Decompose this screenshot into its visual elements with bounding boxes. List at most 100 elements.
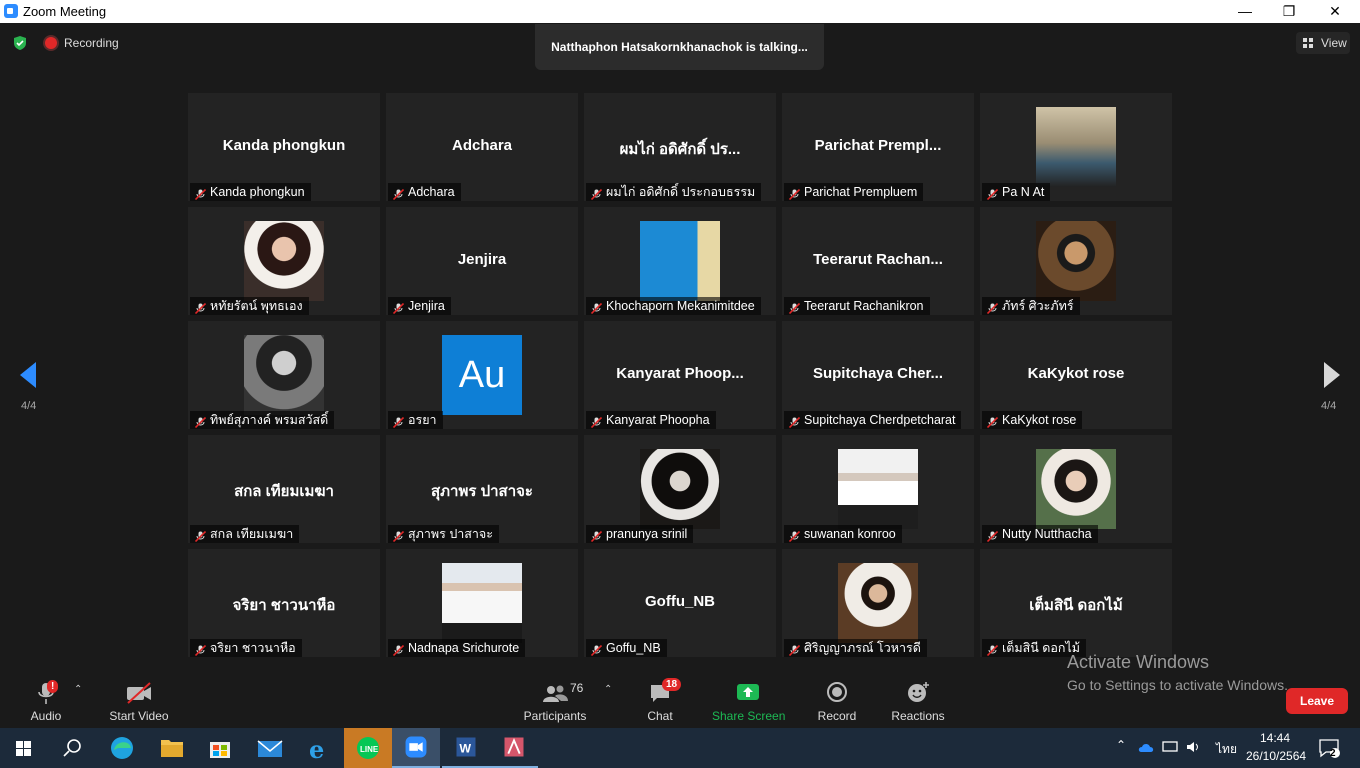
access-app-icon[interactable] bbox=[490, 728, 538, 768]
reactions-button[interactable]: Reactions bbox=[890, 680, 946, 723]
share-screen-icon bbox=[737, 684, 759, 700]
participant-name-text: สกล เทียมเมฆา bbox=[210, 527, 294, 541]
muted-microphone-icon bbox=[392, 643, 405, 657]
line-app-icon[interactable]: LINE bbox=[344, 728, 392, 768]
previous-page-arrow-icon[interactable] bbox=[18, 360, 38, 390]
participant-tile[interactable]: Teerarut Rachan... Teerarut Rachanikron bbox=[782, 207, 974, 315]
participant-tile[interactable]: pranunya srinil bbox=[584, 435, 776, 543]
next-page-arrow-icon[interactable] bbox=[1322, 360, 1342, 390]
zoom-app-icon[interactable] bbox=[392, 728, 440, 768]
muted-microphone-icon bbox=[194, 643, 207, 657]
participant-video bbox=[1036, 449, 1116, 529]
notifications-icon[interactable] bbox=[1318, 738, 1340, 758]
maximize-button[interactable]: ❐ bbox=[1266, 0, 1312, 23]
leave-button[interactable]: Leave bbox=[1286, 688, 1348, 714]
security-shield-icon[interactable] bbox=[12, 35, 28, 51]
participant-tile[interactable]: Nutty Nutthacha bbox=[980, 435, 1172, 543]
participant-name-text: ทิพย์สุภางค์ พรมสวัสดิ์ bbox=[210, 413, 329, 427]
mail-icon[interactable] bbox=[246, 728, 294, 768]
participants-button[interactable]: 76 Participants bbox=[522, 680, 588, 723]
participant-tile[interactable]: จริยา ชาวนาหือ จริยา ชาวนาหือ bbox=[188, 549, 380, 657]
search-icon[interactable] bbox=[48, 728, 96, 768]
participant-display-name: ผมไก่ อดิศักดิ์ ปร... bbox=[619, 141, 741, 158]
start-video-button[interactable]: Start Video bbox=[104, 680, 174, 723]
participant-name-label: Goffu_NB bbox=[586, 639, 667, 657]
participant-name-label: Kanyarat Phoopha bbox=[586, 411, 716, 429]
file-explorer-icon[interactable] bbox=[148, 728, 196, 768]
participant-display-name: สุภาพร ปาสาจะ bbox=[431, 483, 533, 500]
participant-tile[interactable]: Khochaporn Mekanimitdee bbox=[584, 207, 776, 315]
participant-name-text: Teerarut Rachanikron bbox=[804, 299, 924, 313]
participants-icon bbox=[543, 685, 568, 702]
participant-tile[interactable]: Kanyarat Phoop... Kanyarat Phoopha bbox=[584, 321, 776, 429]
participant-display-name: Goffu_NB bbox=[645, 593, 715, 610]
participant-name-label: pranunya srinil bbox=[586, 525, 694, 543]
share-screen-label: Share Screen bbox=[712, 709, 786, 723]
chat-button[interactable]: 18 Chat bbox=[640, 678, 682, 723]
volume-icon[interactable] bbox=[1186, 740, 1202, 754]
participant-tile[interactable]: Parichat Prempl... Parichat Prempluem bbox=[782, 93, 974, 201]
participant-name-text: อรยา bbox=[408, 413, 437, 427]
audio-options-caret-icon[interactable]: ⌃ bbox=[74, 684, 82, 695]
participant-tile[interactable]: suwanan konroo bbox=[782, 435, 974, 543]
internet-explorer-icon[interactable]: e bbox=[294, 728, 342, 768]
participant-tile[interactable]: เต็มสินี ดอกไม้ เต็มสินี ดอกไม้ bbox=[980, 549, 1172, 657]
participant-name-label: Nadnapa Srichurote bbox=[388, 639, 526, 657]
input-language[interactable]: ไทย bbox=[1216, 740, 1237, 759]
edge-browser-icon[interactable] bbox=[98, 728, 146, 768]
grid-icon bbox=[1303, 38, 1313, 48]
muted-microphone-icon bbox=[788, 643, 801, 657]
participant-tile[interactable]: Pa N At bbox=[980, 93, 1172, 201]
window-title: Zoom Meeting bbox=[23, 4, 107, 19]
participant-tile[interactable]: Kanda phongkun Kanda phongkun bbox=[188, 93, 380, 201]
audio-button[interactable]: ! Audio bbox=[26, 680, 66, 723]
participant-name-label: Parichat Prempluem bbox=[784, 183, 924, 201]
participant-name-text: Pa N At bbox=[1002, 185, 1045, 199]
muted-microphone-icon bbox=[590, 529, 603, 543]
participant-tile[interactable]: ศิริญญาภรณ์ โวหารดี bbox=[782, 549, 974, 657]
page-indicator-right: 4/4 bbox=[1321, 400, 1337, 412]
participant-tile[interactable]: Goffu_NB Goffu_NB bbox=[584, 549, 776, 657]
participant-tile[interactable]: Au อรยา bbox=[386, 321, 578, 429]
participant-tile[interactable]: ภัทร์ ศิวะภัทร์ bbox=[980, 207, 1172, 315]
word-app-icon[interactable]: W bbox=[442, 728, 490, 768]
participant-display-name: Parichat Prempl... bbox=[814, 137, 942, 154]
record-button[interactable]: Record bbox=[814, 680, 860, 723]
participant-tile[interactable]: Supitchaya Cher... Supitchaya Cherdpetcha… bbox=[782, 321, 974, 429]
participant-tile[interactable]: Adchara Adchara bbox=[386, 93, 578, 201]
participant-video bbox=[838, 449, 918, 529]
participant-video bbox=[640, 221, 720, 301]
clock-time[interactable]: 14:44 bbox=[1260, 731, 1290, 745]
participant-display-name: Jenjira bbox=[457, 251, 507, 268]
participants-options-caret-icon[interactable]: ⌃ bbox=[604, 684, 612, 695]
participant-name-text: Parichat Prempluem bbox=[804, 185, 918, 199]
participant-display-name: เต็มสินี ดอกไม้ bbox=[1029, 597, 1123, 614]
participant-tile[interactable]: สุภาพร ปาสาจะ สุภาพร ปาสาจะ bbox=[386, 435, 578, 543]
page-indicator-left: 4/4 bbox=[21, 400, 37, 412]
participant-tile[interactable]: ทิพย์สุภางค์ พรมสวัสดิ์ bbox=[188, 321, 380, 429]
participant-tile[interactable]: KaKykot rose KaKykot rose bbox=[980, 321, 1172, 429]
share-screen-button[interactable]: Share Screen bbox=[712, 680, 786, 723]
participant-tile[interactable]: หทัยรัตน์ พุทธเอง bbox=[188, 207, 380, 315]
participant-tile[interactable]: สกล เทียมเมฆา สกล เทียมเมฆา bbox=[188, 435, 380, 543]
muted-microphone-icon bbox=[392, 187, 405, 201]
windows-start-icon[interactable] bbox=[0, 728, 48, 768]
participant-name-text: สุภาพร ปาสาจะ bbox=[408, 527, 493, 541]
participant-tile[interactable]: Jenjira Jenjira bbox=[386, 207, 578, 315]
clock-date[interactable]: 26/10/2564 bbox=[1246, 749, 1306, 763]
reactions-label: Reactions bbox=[891, 709, 945, 723]
tray-overflow-icon[interactable]: ⌃ bbox=[1116, 738, 1126, 752]
participant-name-text: KaKykot rose bbox=[1002, 413, 1077, 427]
participant-tile[interactable]: Nadnapa Srichurote bbox=[386, 549, 578, 657]
participant-name-label: ภัทร์ ศิวะภัทร์ bbox=[982, 297, 1080, 315]
participant-video bbox=[1036, 221, 1116, 301]
participant-name-text: Nadnapa Srichurote bbox=[408, 641, 520, 655]
participant-tile[interactable]: ผมไก่ อดิศักดิ์ ปร... ผมไก่ อดิศักดิ์ ประ… bbox=[584, 93, 776, 201]
muted-microphone-icon bbox=[392, 415, 405, 429]
store-icon[interactable] bbox=[196, 728, 244, 768]
close-button[interactable]: ✕ bbox=[1312, 0, 1358, 23]
view-button[interactable]: View bbox=[1296, 32, 1350, 54]
minimize-button[interactable]: — bbox=[1222, 0, 1268, 23]
network-icon[interactable] bbox=[1162, 740, 1178, 754]
onedrive-icon[interactable] bbox=[1138, 741, 1154, 753]
